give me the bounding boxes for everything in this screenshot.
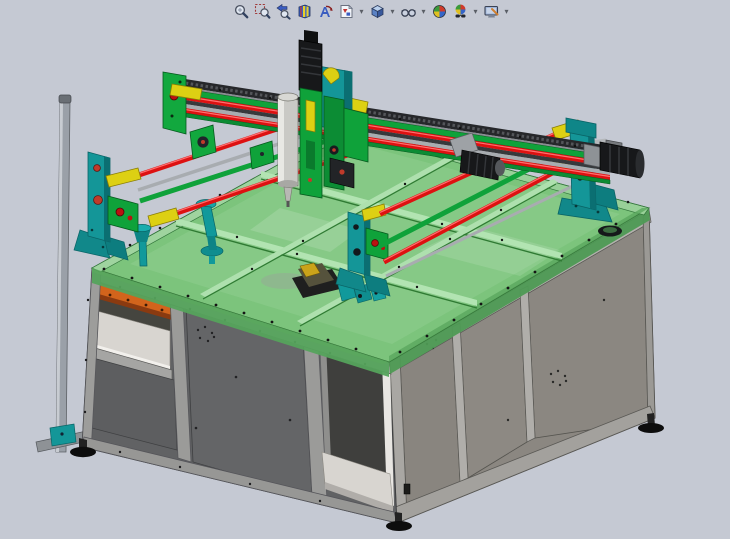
edit-appearance-icon[interactable] (429, 2, 449, 22)
zoom-to-fit-icon[interactable] (231, 2, 251, 22)
section-view-icon[interactable] (294, 2, 314, 22)
apply-scene-dropdown-arrow[interactable]: ▾ (471, 2, 480, 22)
table-ring-insert[interactable] (598, 226, 622, 237)
display-style-dropdown-arrow[interactable]: ▾ (388, 2, 397, 22)
model-canvas[interactable]: ▾ ▾ ▾ (0, 0, 730, 539)
view-settings-icon[interactable] (481, 2, 501, 22)
view-settings-dropdown-arrow[interactable]: ▾ (502, 2, 511, 22)
apply-scene-icon[interactable] (450, 2, 470, 22)
previous-view-icon[interactable] (273, 2, 293, 22)
z-motor[interactable] (299, 30, 322, 94)
annotation-views-icon[interactable] (315, 2, 335, 22)
machine-assembly[interactable] (0, 0, 730, 539)
open-compartment-left[interactable] (88, 297, 177, 450)
view-orientation-dropdown-arrow[interactable]: ▾ (357, 2, 366, 22)
hide-show-items-icon[interactable] (398, 2, 418, 22)
zoom-to-area-icon[interactable] (252, 2, 272, 22)
hide-show-items-dropdown-arrow[interactable]: ▾ (419, 2, 428, 22)
display-style-icon[interactable] (367, 2, 387, 22)
heads-up-view-toolbar: ▾ ▾ ▾ (231, 1, 511, 22)
view-orientation-icon[interactable] (336, 2, 356, 22)
